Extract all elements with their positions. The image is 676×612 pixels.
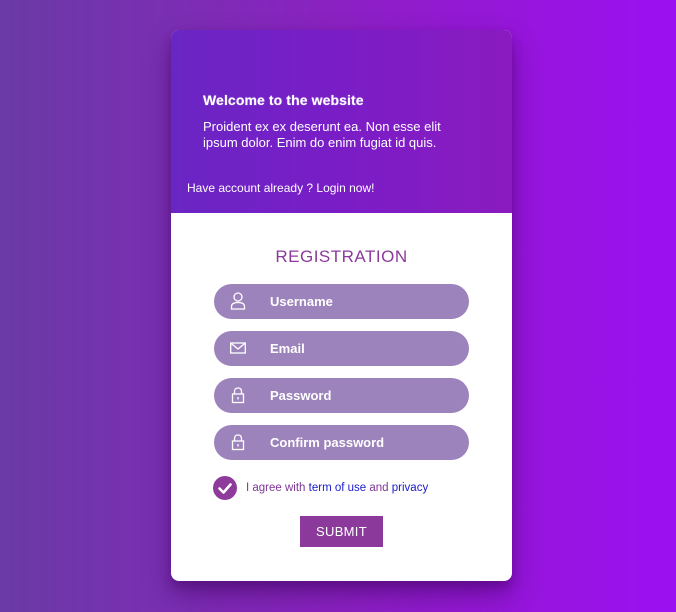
password-field[interactable]: Password <box>214 378 469 413</box>
privacy-link[interactable]: privacy <box>392 482 428 494</box>
terms-link[interactable]: term of use <box>309 482 367 494</box>
login-link[interactable]: Have account already ? Login now! <box>187 181 374 195</box>
welcome-banner: Welcome to the website Proident ex ex de… <box>171 30 512 213</box>
username-field[interactable]: Username <box>214 284 469 319</box>
lock-icon <box>231 434 245 451</box>
agree-prefix: I agree with <box>246 482 309 494</box>
checkmark-icon <box>218 483 232 494</box>
username-placeholder: Username <box>270 294 333 309</box>
agree-row: I agree with term of use and privacy <box>213 476 493 500</box>
confirm-password-field[interactable]: Confirm password <box>214 425 469 460</box>
envelope-icon <box>230 342 246 354</box>
registration-title: REGISTRATION <box>275 247 408 266</box>
registration-card: Welcome to the website Proident ex ex de… <box>171 30 512 581</box>
email-placeholder: Email <box>270 341 305 356</box>
submit-button[interactable]: SUBMIT <box>300 516 383 547</box>
welcome-title: Welcome to the website <box>203 92 364 108</box>
agree-checkbox[interactable] <box>213 476 237 500</box>
user-icon <box>230 292 246 310</box>
agree-middle: and <box>366 482 392 494</box>
agree-text: I agree with term of use and privacy <box>246 482 428 494</box>
email-field[interactable]: Email <box>214 331 469 366</box>
lock-icon <box>231 387 245 404</box>
confirm-password-placeholder: Confirm password <box>270 435 385 450</box>
password-placeholder: Password <box>270 388 332 403</box>
welcome-text: Proident ex ex deserunt ea. Non esse eli… <box>203 119 441 150</box>
